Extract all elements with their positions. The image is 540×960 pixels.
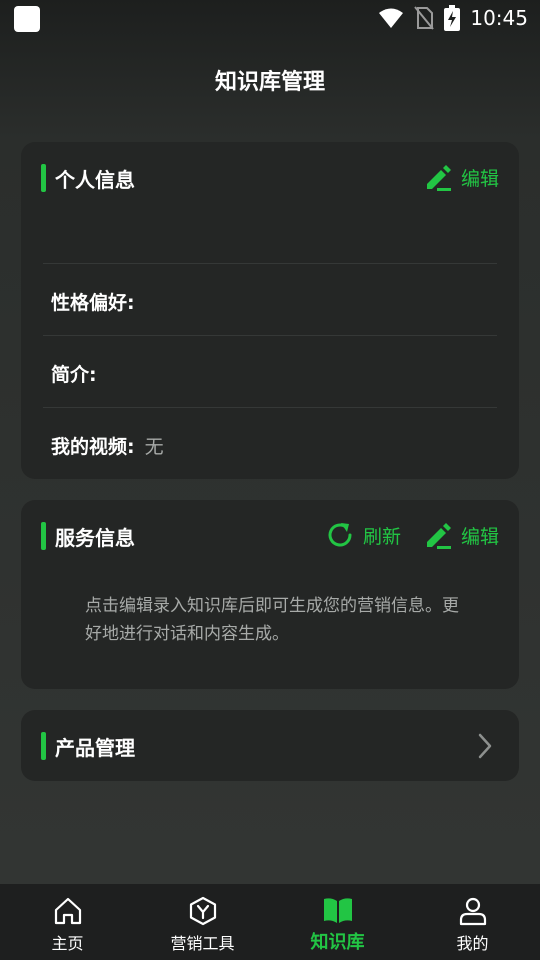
- hexagon-y-icon: [189, 896, 216, 926]
- divider: [43, 335, 497, 336]
- field-intro-label: 简介:: [51, 364, 97, 386]
- accent-bar: [41, 522, 46, 550]
- service-edit-button[interactable]: 编辑: [423, 520, 499, 550]
- field-intro: 简介:: [51, 360, 107, 387]
- status-bar: 10:45: [0, 0, 540, 36]
- field-my-videos-value: 无: [144, 436, 164, 458]
- battery-charging-icon: [444, 5, 461, 31]
- service-refresh-label: 刷新: [362, 525, 401, 548]
- status-icons: 10:45: [378, 4, 528, 32]
- home-icon: [54, 897, 81, 925]
- no-sim-icon: [414, 6, 435, 30]
- service-description: 点击编辑录入知识库后即可生成您的营销信息。更好地进行对话和内容生成。: [85, 596, 459, 644]
- accent-bar: [41, 732, 46, 760]
- personal-edit-label: 编辑: [460, 167, 499, 190]
- personal-edit-button[interactable]: 编辑: [423, 162, 499, 192]
- nav-item-mine[interactable]: 我的: [405, 884, 540, 960]
- service-edit-label: 编辑: [460, 525, 499, 548]
- book-icon: [323, 898, 352, 923]
- wifi-icon: [379, 8, 404, 28]
- page-title: 知识库管理: [214, 70, 325, 95]
- nav-item-knowledge-base[interactable]: 知识库: [270, 884, 405, 960]
- app-square-icon: [14, 6, 40, 32]
- field-my-videos-label: 我的视频:: [51, 436, 135, 458]
- product-management-title: 产品管理: [55, 736, 135, 760]
- nav-label-marketing-tools: 营销工具: [170, 934, 235, 953]
- nav-label-mine: 我的: [456, 934, 489, 953]
- field-personality-label: 性格偏好:: [51, 292, 135, 314]
- divider: [43, 407, 497, 408]
- service-info-title: 服务信息: [55, 526, 135, 550]
- divider: [43, 263, 497, 264]
- field-personality: 性格偏好:: [51, 288, 145, 315]
- personal-info-title: 个人信息: [55, 168, 135, 192]
- nav-label-knowledge-base: 知识库: [310, 932, 365, 953]
- user-icon: [459, 897, 486, 926]
- chevron-right-icon: [478, 733, 492, 759]
- status-time: 10:45: [470, 6, 528, 30]
- personal-info-card: 个人信息 编辑 性格偏好: 简介: 我的视频: 无: [21, 142, 519, 479]
- edit-pencil-icon: [426, 523, 451, 549]
- product-management-card[interactable]: 产品管理: [21, 710, 519, 781]
- nav-item-marketing-tools[interactable]: 营销工具: [135, 884, 270, 960]
- nav-label-home: 主页: [51, 934, 84, 953]
- nav-item-home[interactable]: 主页: [0, 884, 135, 960]
- bottom-nav: 主页 营销工具 知识库 我的: [0, 884, 540, 960]
- service-info-card: 服务信息 刷新 编辑 点击编辑录入知识库后即可生成您的营销信息。更好地进行对话和…: [21, 500, 519, 689]
- service-refresh-button[interactable]: 刷新: [325, 520, 401, 550]
- edit-pencil-icon: [426, 165, 451, 191]
- field-my-videos[interactable]: 我的视频: 无: [51, 432, 164, 459]
- refresh-icon: [328, 523, 352, 547]
- accent-bar: [41, 164, 46, 192]
